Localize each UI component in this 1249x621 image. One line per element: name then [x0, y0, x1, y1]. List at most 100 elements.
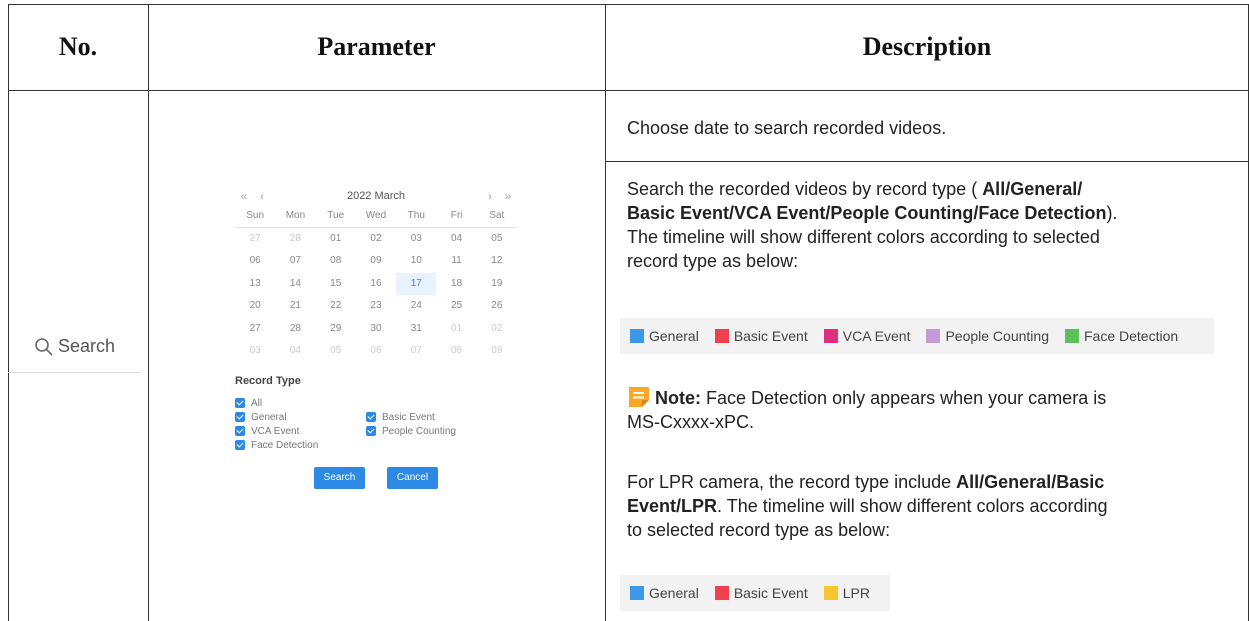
lpr-timeline-legend: General Basic Event LPR: [620, 575, 890, 611]
calendar-day[interactable]: 06: [356, 340, 396, 363]
calendar-day[interactable]: 08: [436, 340, 476, 363]
calendar-panel: « ‹ 2022 March › » Sun Mon Tue Wed Thu F…: [235, 187, 517, 489]
calendar-day[interactable]: 22: [316, 295, 356, 318]
desc-line: The timeline will show different colors …: [627, 227, 1100, 247]
calendar-day[interactable]: 23: [356, 295, 396, 318]
description-divider: [605, 161, 1249, 162]
calendar-day[interactable]: 02: [356, 228, 396, 251]
legend-item: LPR: [823, 585, 870, 601]
calendar-day[interactable]: 06: [235, 250, 275, 273]
desc-note: Note: Face Detection only appears when y…: [627, 385, 1247, 434]
calendar-day[interactable]: 21: [275, 295, 315, 318]
checkbox-vca-event[interactable]: VCA Event: [235, 425, 366, 438]
legend-swatch: [823, 329, 838, 343]
calendar-search-button[interactable]: Search: [314, 466, 365, 489]
calendar-day[interactable]: 01: [316, 228, 356, 251]
calendar-day[interactable]: 13: [235, 273, 275, 296]
calendar-day[interactable]: 07: [275, 250, 315, 273]
calendar-day[interactable]: 09: [356, 250, 396, 273]
table-border-top: [8, 4, 1249, 5]
desc-text: For LPR camera, the record type include: [627, 472, 957, 492]
column-divider: [605, 4, 606, 621]
calendar-day[interactable]: 16: [356, 273, 396, 296]
calendar-day[interactable]: 05: [477, 228, 517, 251]
calendar-day[interactable]: 27: [235, 318, 275, 341]
desc-text: ).: [1106, 203, 1118, 223]
calendar-day[interactable]: 26: [477, 295, 517, 318]
calendar-day[interactable]: 29: [316, 318, 356, 341]
calendar-day[interactable]: 15: [316, 273, 356, 296]
checkbox-general[interactable]: General: [235, 411, 366, 424]
calendar-day[interactable]: 30: [356, 318, 396, 341]
legend-swatch: [714, 329, 729, 343]
calendar-day[interactable]: 31: [396, 318, 436, 341]
checkbox-row: VCA Event People Counting: [235, 425, 517, 438]
legend-item: Basic Event: [714, 585, 808, 601]
legend-swatch: [714, 586, 729, 600]
parameter-table: No. Parameter Description Search « ‹ 202…: [8, 4, 1249, 621]
calendar-day[interactable]: 18: [436, 273, 476, 296]
calendar-day[interactable]: 05: [316, 340, 356, 363]
calendar-cancel-button[interactable]: Cancel: [387, 466, 438, 489]
legend-item: General: [630, 328, 699, 344]
checkbox-label: Basic Event: [382, 411, 435, 423]
calendar-day[interactable]: 28: [275, 318, 315, 341]
desc-text: Search the recorded videos by record typ…: [627, 179, 983, 199]
desc-line: to selected record type as below:: [627, 520, 891, 540]
calendar-day[interactable]: 07: [396, 340, 436, 363]
prev-year-button[interactable]: «: [235, 189, 253, 203]
legend-swatch: [630, 329, 644, 343]
table-border-left: [8, 4, 9, 621]
weekday-label: Fri: [436, 205, 477, 228]
search-button[interactable]: Search: [8, 321, 141, 373]
legend-swatch: [1064, 329, 1079, 343]
checkbox-label: VCA Event: [251, 425, 300, 437]
calendar-day[interactable]: 03: [396, 228, 436, 251]
desc-text: Choose date to search recorded videos.: [627, 118, 947, 138]
next-year-button[interactable]: »: [499, 189, 517, 203]
calendar-day[interactable]: 11: [436, 250, 476, 273]
legend-swatch: [630, 586, 644, 600]
calendar-day[interactable]: 12: [477, 250, 517, 273]
prev-month-button[interactable]: ‹: [253, 189, 271, 203]
calendar-day[interactable]: 02: [477, 318, 517, 341]
legend-item: People Counting: [926, 328, 1049, 344]
desc-text: Face Detection only appears when your ca…: [701, 388, 1107, 408]
calendar-day[interactable]: 04: [436, 228, 476, 251]
calendar-day[interactable]: 08: [316, 250, 356, 273]
note-label: Note:: [655, 388, 701, 408]
calendar-day[interactable]: 28: [275, 228, 315, 251]
legend-item: Face Detection: [1064, 328, 1178, 344]
checkbox-people-counting[interactable]: People Counting: [366, 425, 456, 438]
calendar-day[interactable]: 04: [275, 340, 315, 363]
desc-bold: All/General/: [982, 179, 1083, 199]
calendar-day[interactable]: 20: [235, 295, 275, 318]
checkbox-label: General: [251, 411, 287, 423]
calendar-day[interactable]: 03: [235, 340, 275, 363]
checkbox-row: Face Detection: [235, 439, 517, 452]
calendar-day[interactable]: 27: [235, 228, 275, 251]
header-parameter: Parameter: [317, 32, 436, 61]
desc-line: Event/LPR. The timeline will show differ…: [627, 494, 1247, 518]
calendar-day[interactable]: 09: [477, 340, 517, 363]
legend-swatch: [823, 586, 838, 600]
calendar-day[interactable]: 01: [436, 318, 476, 341]
next-month-button[interactable]: ›: [481, 189, 499, 203]
calendar-day[interactable]: 14: [275, 273, 315, 296]
calendar-day[interactable]: 19: [477, 273, 517, 296]
desc-bold: Basic Event/VCA Event/People Counting/Fa…: [627, 203, 1107, 223]
column-divider: [148, 4, 149, 621]
calendar-day[interactable]: 17: [396, 272, 437, 295]
legend-label: General: [649, 585, 699, 601]
checkbox-face-detection[interactable]: Face Detection: [235, 439, 366, 452]
checkbox-all[interactable]: All: [235, 397, 366, 410]
desc-line: record type as below:: [627, 251, 799, 271]
checkbox-basic-event[interactable]: Basic Event: [366, 411, 435, 424]
desc-line: MS-Cxxxx-xPC.: [627, 412, 754, 432]
calendar-day[interactable]: 10: [396, 250, 436, 273]
calendar-day[interactable]: 25: [436, 295, 476, 318]
calendar-day[interactable]: 24: [396, 295, 436, 318]
weekday-label: Thu: [396, 205, 437, 228]
desc-line: For LPR camera, the record type include …: [627, 470, 1247, 494]
checkbox-row: All: [235, 397, 517, 410]
